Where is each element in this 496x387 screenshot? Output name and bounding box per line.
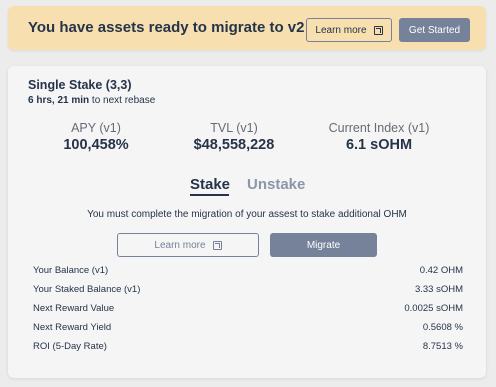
stat-value: 8.7513 %	[422, 341, 463, 352]
tab-unstake[interactable]: Unstake	[247, 176, 305, 193]
stat-value: 0.0025 sOHM	[404, 303, 463, 314]
stat-value: 3.33 sOHM	[414, 284, 463, 295]
stat-label: Your Balance (v1)	[33, 265, 109, 276]
apy-metric: APY (v1) 100,458%	[31, 121, 161, 153]
current-index-metric: Current Index (v1) 6.1 sOHM	[314, 121, 444, 153]
rebase-time: 6 hrs, 21 min	[28, 95, 90, 106]
migrate-button[interactable]: Migrate	[270, 233, 377, 257]
stat-label: Your Staked Balance (v1)	[33, 284, 141, 295]
tvl-value: $48,558,228	[193, 137, 275, 153]
external-link-icon	[212, 240, 222, 250]
stat-label: Next Reward Yield	[33, 322, 112, 333]
stat-label: Next Reward Value	[33, 303, 115, 314]
apy-label: APY (v1)	[71, 121, 121, 135]
card-title: Single Stake (3,3)	[28, 78, 132, 92]
current-index-label: Current Index (v1)	[328, 121, 430, 135]
learn-more-label: Learn more	[154, 239, 206, 251]
apy-value: 100,458%	[63, 137, 129, 153]
migration-notice: You must complete the migration of your …	[87, 209, 407, 220]
stat-value: 0.5608 %	[422, 322, 463, 333]
rebase-timer: 6 hrs, 21 min to next rebase	[28, 95, 155, 106]
banner-learn-more-label: Learn more	[315, 24, 367, 36]
banner-learn-more-button[interactable]: Learn more	[306, 18, 392, 42]
migration-banner: You have assets ready to migrate to v2 L…	[8, 6, 486, 50]
stat-value: 0.42 OHM	[419, 265, 463, 276]
tvl-label: TVL (v1)	[210, 121, 258, 135]
rebase-suffix: to next rebase	[89, 95, 156, 106]
get-started-button[interactable]: Get Started	[399, 18, 470, 42]
stat-label: ROI (5-Day Rate)	[33, 341, 107, 352]
tvl-metric: TVL (v1) $48,558,228	[169, 121, 299, 153]
banner-message: You have assets ready to migrate to v2	[28, 19, 305, 36]
stake-card: Single Stake (3,3) 6 hrs, 21 min to next…	[8, 66, 486, 378]
current-index-value: 6.1 sOHM	[345, 137, 413, 153]
learn-more-button[interactable]: Learn more	[117, 233, 259, 257]
external-link-icon	[373, 25, 383, 35]
tab-stake[interactable]: Stake	[190, 176, 230, 193]
active-tab-underline	[190, 194, 229, 196]
